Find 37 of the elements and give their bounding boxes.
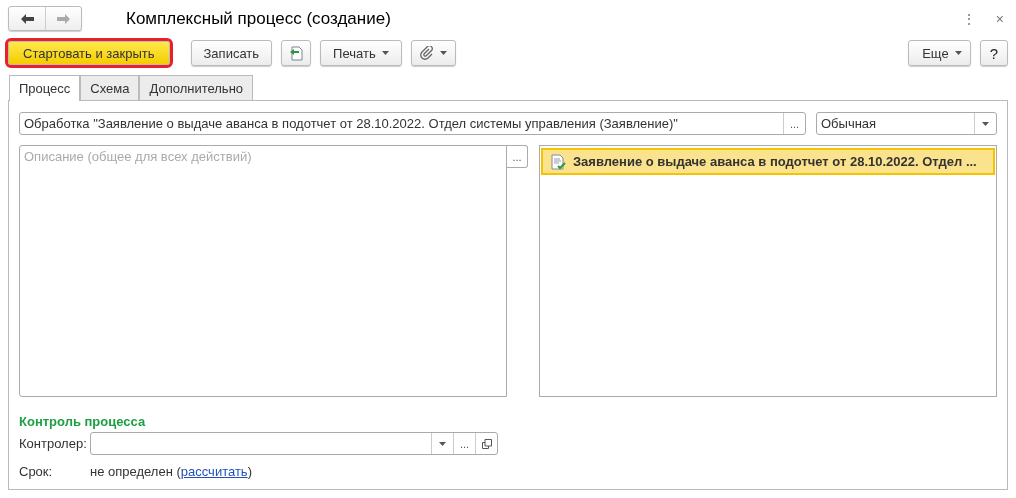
start-and-close-button[interactable]: Стартовать и закрыть bbox=[8, 41, 170, 65]
field-label: Срок: bbox=[19, 464, 54, 479]
field-label: Контролер: bbox=[19, 436, 88, 451]
tab[interactable]: Дополнительно bbox=[139, 75, 254, 100]
document-check-icon bbox=[550, 153, 566, 170]
tab[interactable]: Процесс bbox=[9, 75, 81, 101]
task-item[interactable]: Заявление о выдаче аванса в подотчет от 28.10.2022. Отдел ... bbox=[540, 148, 995, 175]
attachment-button[interactable] bbox=[410, 40, 456, 66]
close-icon[interactable]: × bbox=[995, 10, 1004, 27]
paperclip-icon bbox=[419, 46, 434, 60]
tab[interactable]: Схема bbox=[80, 75, 140, 100]
help-button[interactable]: ? bbox=[979, 40, 1008, 66]
caret-icon bbox=[381, 51, 389, 55]
document-button[interactable] bbox=[281, 40, 312, 66]
open-window-icon bbox=[481, 438, 492, 449]
controller-field[interactable]: ... bbox=[90, 432, 498, 455]
subject-field[interactable]: Обработка "Заявление о выдаче аванса в подотчет от 28.10.2022. Отдел системы управления (Заявление)" ... bbox=[19, 112, 806, 135]
more-button[interactable]: Еще bbox=[908, 40, 971, 66]
calculate-link[interactable]: рассчитать bbox=[180, 464, 248, 479]
print-button[interactable]: Печать bbox=[320, 40, 402, 66]
more-icon[interactable]: ⋮ bbox=[961, 10, 976, 27]
right-arrow-icon bbox=[57, 13, 70, 24]
caret-icon bbox=[439, 441, 446, 446]
caret-icon bbox=[954, 51, 962, 55]
select-button[interactable]: ... bbox=[507, 145, 528, 168]
window-title: Комплексный процесс (создание) bbox=[126, 8, 391, 29]
document-arrow-icon bbox=[289, 45, 304, 61]
caret-icon bbox=[439, 51, 447, 55]
left-arrow-icon bbox=[20, 13, 34, 24]
select-button[interactable]: ... bbox=[783, 113, 805, 134]
caret-icon bbox=[982, 121, 989, 126]
importance-dropdown[interactable]: Обычная bbox=[816, 112, 997, 135]
save-button[interactable]: Записать bbox=[190, 40, 273, 66]
description-field[interactable]: Описание (общее для всех действий) bbox=[19, 145, 507, 397]
deadline-text: не определен (рассчитать) bbox=[90, 464, 252, 479]
select-button[interactable]: ... bbox=[453, 433, 475, 454]
section-heading: Контроль процесса bbox=[19, 414, 147, 429]
